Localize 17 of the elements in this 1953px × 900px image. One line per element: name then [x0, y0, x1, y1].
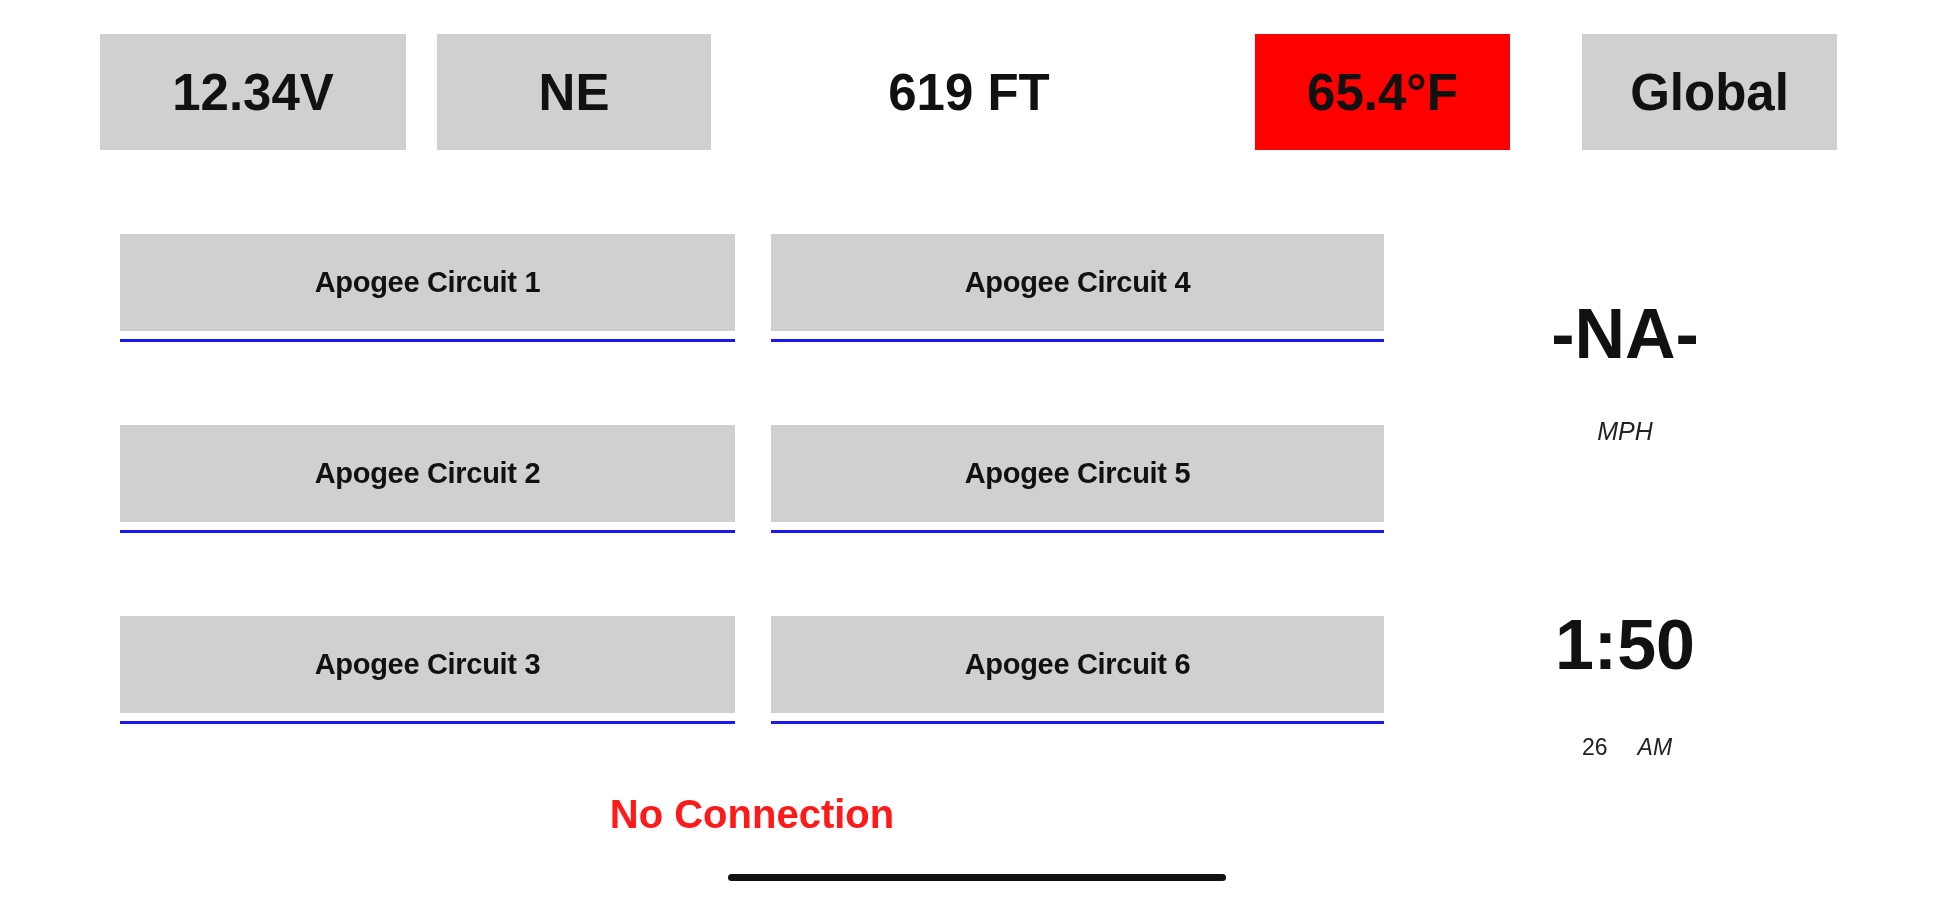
circuit-button[interactable]: Apogee Circuit 4 [771, 234, 1384, 331]
clock-time: 1:50 [1554, 605, 1696, 685]
clock-seconds: 26 [1581, 734, 1608, 760]
status-button[interactable]: Global [1582, 34, 1837, 150]
connection-status: No Connection [609, 792, 895, 837]
status-button[interactable]: 65.4°F [1255, 34, 1510, 150]
circuit-button[interactable]: Apogee Circuit 5 [771, 425, 1384, 522]
circuit-button[interactable]: Apogee Circuit 3 [120, 616, 735, 713]
speed-unit: MPH [1597, 416, 1653, 446]
circuit-button[interactable]: Apogee Circuit 6 [771, 616, 1384, 713]
status-button[interactable]: NE [437, 34, 711, 150]
clock-period: AM [1637, 734, 1673, 760]
status-button[interactable]: 12.34V [100, 34, 406, 150]
altitude-readout: 619 FT [888, 62, 1050, 122]
circuit-button[interactable]: Apogee Circuit 2 [120, 425, 735, 522]
speed-value: -NA- [1551, 294, 1699, 374]
circuit-button[interactable]: Apogee Circuit 1 [120, 234, 735, 331]
